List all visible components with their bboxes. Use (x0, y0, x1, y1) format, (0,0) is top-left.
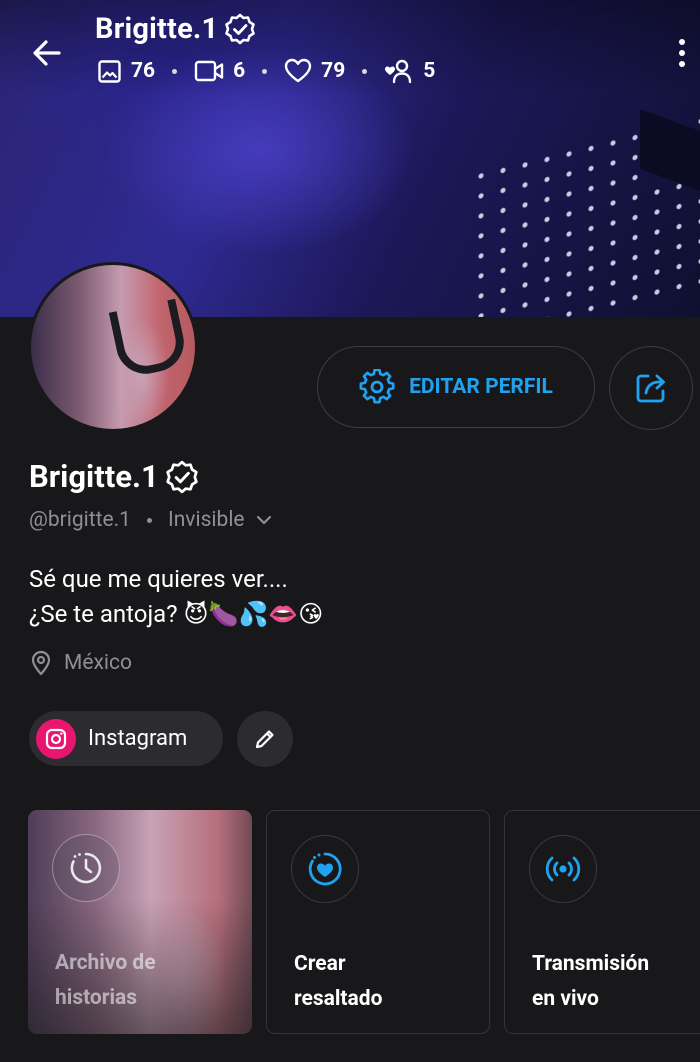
card-label: Archivo de historias (55, 951, 156, 1010)
stat-photos[interactable]: 76 (97, 59, 155, 84)
profile-name-row: Brigitte.1 (29, 458, 199, 495)
more-options-button[interactable] (670, 36, 694, 70)
card-label: Crear resaltado (294, 952, 383, 1011)
stat-separator (362, 68, 368, 74)
live-stream-card[interactable]: Transmisión en vivo (504, 810, 700, 1034)
share-icon (636, 374, 665, 403)
story-archive-card[interactable]: Archivo de historias (28, 810, 252, 1034)
status-selector[interactable]: Invisible (168, 508, 273, 532)
stat-followers-count: 5 (423, 59, 436, 83)
stat-separator (262, 68, 268, 74)
location-pin-icon (31, 650, 51, 676)
profile-bio: Sé que me quieres ver.... ¿Se te antoja?… (29, 562, 323, 632)
profile-handle: @brigitte.1 (29, 508, 131, 532)
video-camera-icon (194, 60, 224, 82)
bio-line: ¿Se te antoja? 😈🍆💦👄😘 (29, 600, 324, 628)
edit-profile-button[interactable]: EDITAR PERFIL (317, 346, 595, 428)
edit-links-button[interactable] (237, 711, 293, 767)
handle-row: @brigitte.1 Invisible (29, 508, 273, 532)
instagram-label: Instagram (88, 726, 188, 751)
gear-icon (359, 369, 395, 404)
stat-likes[interactable]: 79 (284, 58, 345, 84)
more-vertical-icon (679, 39, 685, 45)
header-stats: 76 6 79 5 (97, 58, 435, 84)
header-title-row: Brigitte.1 (95, 12, 256, 46)
location-label: México (64, 651, 132, 675)
header-name: Brigitte.1 (95, 12, 219, 46)
handle-separator (147, 517, 152, 523)
chevron-down-icon (256, 515, 271, 525)
edit-profile-label: EDITAR PERFIL (409, 375, 553, 399)
verified-badge-icon (225, 13, 256, 45)
image-icon (98, 59, 121, 83)
clock-history-icon (52, 834, 120, 902)
card-label: Transmisión en vivo (532, 952, 650, 1011)
stat-followers[interactable]: 5 (384, 58, 435, 84)
stat-videos[interactable]: 6 (194, 59, 245, 83)
stat-separator (172, 68, 178, 74)
create-highlight-card[interactable]: Crear resaltado (266, 810, 490, 1034)
user-heart-icon (385, 59, 412, 84)
stat-likes-count: 79 (321, 59, 346, 83)
arrow-left-icon (33, 40, 61, 66)
heart-circle-icon (291, 835, 359, 903)
share-button[interactable] (609, 346, 693, 430)
profile-name: Brigitte.1 (29, 458, 159, 495)
stat-videos-count: 6 (233, 59, 246, 83)
avatar[interactable] (28, 262, 198, 432)
instagram-link[interactable]: Instagram (29, 711, 223, 766)
pencil-icon (255, 730, 274, 749)
verified-badge-icon (166, 460, 198, 493)
instagram-icon (36, 718, 76, 759)
heart-icon (284, 58, 312, 83)
stat-photos-count: 76 (131, 59, 156, 83)
back-button[interactable] (28, 34, 66, 72)
bio-line: Sé que me quieres ver.... (29, 565, 288, 593)
top-bar: Brigitte.1 76 6 79 5 (0, 0, 700, 100)
profile-location: México (30, 650, 132, 676)
broadcast-icon (529, 835, 597, 903)
status-label: Invisible (168, 508, 245, 532)
